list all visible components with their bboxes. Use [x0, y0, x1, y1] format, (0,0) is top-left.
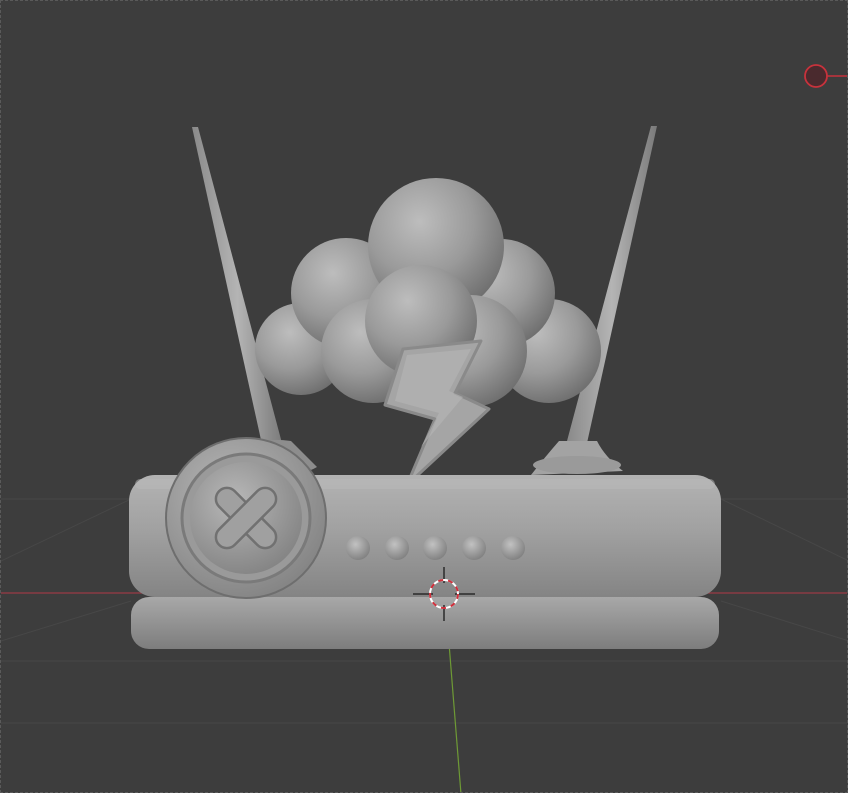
- status-light: [385, 536, 409, 560]
- viewport-3d[interactable]: [0, 0, 848, 793]
- router-model[interactable]: [129, 126, 721, 649]
- status-light: [346, 536, 370, 560]
- camera-handle-icon[interactable]: [804, 64, 848, 88]
- router-base: [131, 597, 719, 649]
- status-light: [501, 536, 525, 560]
- error-x-icon: [165, 437, 327, 599]
- status-light: [423, 536, 447, 560]
- status-light: [462, 536, 486, 560]
- scene-canvas[interactable]: [1, 1, 848, 793]
